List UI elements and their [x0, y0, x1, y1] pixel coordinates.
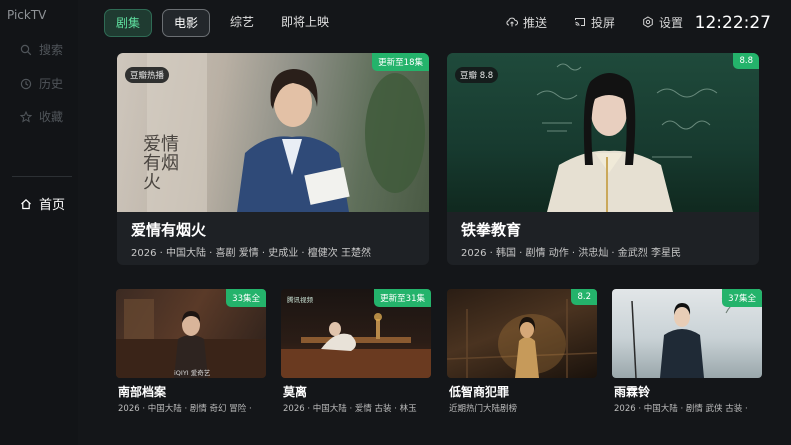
card-meta: 2026 · 中国大陆 · 喜剧 爱情 · 史成业 · 檀健次 王楚然: [131, 248, 371, 259]
douban-badge: 豆瓣热播: [125, 67, 170, 83]
card-title: 爱情有烟火: [131, 221, 207, 239]
tab-series[interactable]: 剧集: [104, 9, 152, 37]
card-title: 南部档案: [118, 385, 167, 399]
settings-button[interactable]: 设置: [642, 9, 683, 35]
push-label: 推送: [523, 15, 548, 30]
cast-button[interactable]: 投屏: [574, 9, 615, 35]
sidebar-item-label: 搜索: [39, 43, 64, 57]
tab-variety[interactable]: 综艺: [220, 9, 264, 35]
sidebar-divider: [12, 176, 72, 177]
card-title: 低智商犯罪: [449, 385, 510, 399]
push-button[interactable]: 推送: [506, 9, 547, 35]
poster-text: 爱情有烟火: [143, 134, 179, 193]
card-meta: 2026 · 中国大陆 · 剧情 武侠 古装 ·: [614, 404, 748, 414]
card-title: 莫离: [283, 385, 308, 399]
top-nav: 剧集 电影 综艺 即将上映 推送 投屏 设置: [104, 9, 791, 37]
card-meta: 2026 · 韩国 · 剧情 动作 · 洪忠灿 · 金武烈 李星民: [461, 248, 681, 259]
tab-movies[interactable]: 电影: [162, 9, 210, 37]
card-meta: 2026 · 中国大陆 · 爱情 古装 · 林玉: [283, 404, 417, 414]
settings-label: 设置: [659, 15, 684, 30]
app-brand: PickTV: [7, 8, 47, 22]
sidebar-item-favorites[interactable]: 收藏: [20, 108, 63, 125]
clock: 12:22:27: [694, 13, 771, 33]
tab-coming-soon[interactable]: 即将上映: [274, 9, 336, 35]
rating-badge: 8.2: [571, 289, 597, 305]
sidebar-item-history[interactable]: 历史: [20, 75, 63, 92]
card-meta: 2026 · 中国大陆 · 剧情 奇幻 冒险 ·: [118, 404, 252, 414]
sidebar: PickTV 搜索 历史 收藏 首页: [0, 0, 78, 445]
show-card[interactable]: iQIYI 爱奇艺 33集全 南部档案 2026 · 中国大陆 · 剧情 奇幻 …: [116, 289, 266, 416]
card-meta: 近期热门大陆剧榜: [449, 404, 518, 414]
featured-card[interactable]: 豆瓣 8.8 8.8 铁拳教育 2026 · 韩国 · 剧情 动作 · 洪忠灿 …: [447, 53, 759, 265]
card-title: 铁拳教育: [461, 221, 522, 239]
sidebar-item-label: 收藏: [39, 110, 64, 124]
platform-watermark: 腾讯视频: [287, 296, 313, 304]
settings-icon: [643, 16, 653, 28]
history-icon: [20, 78, 32, 89]
sidebar-item-label: 首页: [39, 198, 66, 213]
featured-card[interactable]: 爱情有烟火 豆瓣热播 更新至18集 爱情有烟火 2026 · 中国大陆 · 喜剧…: [117, 53, 429, 265]
cast-icon: [575, 18, 585, 26]
rating-badge: 8.8: [733, 53, 759, 69]
sidebar-item-label: 历史: [39, 77, 64, 91]
episode-badge: 更新至31集: [374, 289, 431, 307]
upload-cloud-icon: [506, 17, 518, 27]
show-card[interactable]: 37集全 雨霖铃 2026 · 中国大陆 · 剧情 武侠 古装 ·: [612, 289, 762, 416]
sidebar-item-home[interactable]: 首页: [20, 194, 65, 213]
episode-badge: 33集全: [226, 289, 266, 307]
sidebar-item-search[interactable]: 搜索: [20, 41, 63, 58]
search-icon: [20, 44, 32, 55]
douban-badge: 豆瓣 8.8: [455, 67, 499, 83]
card-title: 雨霖铃: [614, 385, 651, 399]
cast-label: 投屏: [591, 15, 616, 30]
home-icon: [21, 198, 31, 209]
platform-watermark: iQIYI 爱奇艺: [174, 369, 211, 377]
show-card[interactable]: 8.2 低智商犯罪 近期热门大陆剧榜: [447, 289, 597, 416]
episode-badge: 更新至18集: [372, 53, 429, 71]
star-icon: [20, 110, 32, 123]
show-card[interactable]: 腾讯视频 更新至31集 莫离 2026 · 中国大陆 · 爱情 古装 · 林玉: [281, 289, 431, 416]
episode-badge: 37集全: [722, 289, 762, 307]
